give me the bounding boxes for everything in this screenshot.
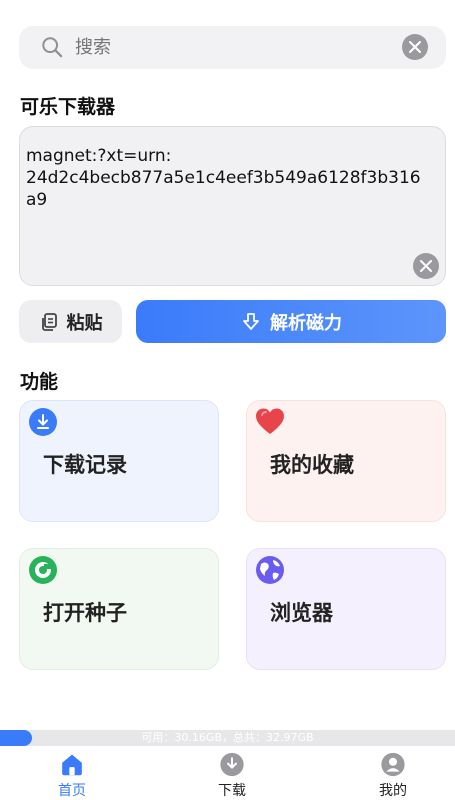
search-icon bbox=[42, 37, 63, 58]
download-history-card[interactable]: 下载记录 bbox=[19, 400, 219, 522]
tab-profile[interactable]: 我的 bbox=[343, 752, 443, 800]
close-icon bbox=[409, 41, 421, 53]
download-circle-icon bbox=[220, 752, 244, 777]
download-history-label: 下载记录 bbox=[43, 453, 127, 477]
parse-button-label: 解析磁力 bbox=[270, 312, 342, 334]
heart-icon bbox=[256, 408, 284, 434]
my-favorites-label: 我的收藏 bbox=[270, 453, 354, 477]
torrent-icon bbox=[29, 556, 57, 584]
my-favorites-card[interactable]: 我的收藏 bbox=[246, 400, 446, 522]
tab-profile-label: 我的 bbox=[379, 783, 407, 799]
clipboard-icon bbox=[41, 312, 57, 331]
tab-download[interactable]: 下载 bbox=[182, 752, 282, 800]
parse-magnet-button[interactable]: 解析磁力 bbox=[136, 300, 446, 343]
magnet-link-text[interactable]: magnet:?xt=urn: 24d2c4becb877a5e1c4eef3b… bbox=[26, 145, 426, 211]
search-bar[interactable] bbox=[19, 26, 446, 69]
page-title: 可乐下载器 bbox=[20, 96, 116, 118]
close-icon bbox=[420, 260, 432, 272]
storage-usage-text: 可用：30.16GB，总共：32.97GB bbox=[141, 731, 314, 744]
magnet-input-field[interactable]: magnet:?xt=urn: 24d2c4becb877a5e1c4eef3b… bbox=[19, 126, 446, 286]
tab-home-label: 首页 bbox=[58, 783, 86, 799]
features-section-title: 功能 bbox=[20, 371, 59, 393]
browser-label: 浏览器 bbox=[270, 601, 333, 625]
globe-icon bbox=[256, 556, 284, 584]
paste-button-label: 粘贴 bbox=[66, 312, 103, 334]
home-icon bbox=[62, 754, 82, 776]
storage-usage-bar: 可用：30.16GB，总共：32.97GB bbox=[0, 730, 455, 746]
open-torrent-label: 打开种子 bbox=[43, 601, 127, 625]
user-icon bbox=[381, 752, 405, 777]
download-arrow-icon bbox=[243, 312, 259, 330]
bottom-tab-bar: 首页 下载 我的 bbox=[0, 748, 455, 800]
tab-download-label: 下载 bbox=[218, 783, 246, 799]
paste-button[interactable]: 粘贴 bbox=[19, 300, 122, 343]
tab-home[interactable]: 首页 bbox=[22, 752, 122, 800]
magnet-clear-button[interactable] bbox=[413, 253, 439, 279]
open-torrent-card[interactable]: 打开种子 bbox=[19, 548, 219, 670]
download-circle-icon bbox=[29, 408, 57, 436]
search-input[interactable] bbox=[75, 26, 395, 69]
browser-card[interactable]: 浏览器 bbox=[246, 548, 446, 670]
search-clear-button[interactable] bbox=[402, 34, 428, 60]
